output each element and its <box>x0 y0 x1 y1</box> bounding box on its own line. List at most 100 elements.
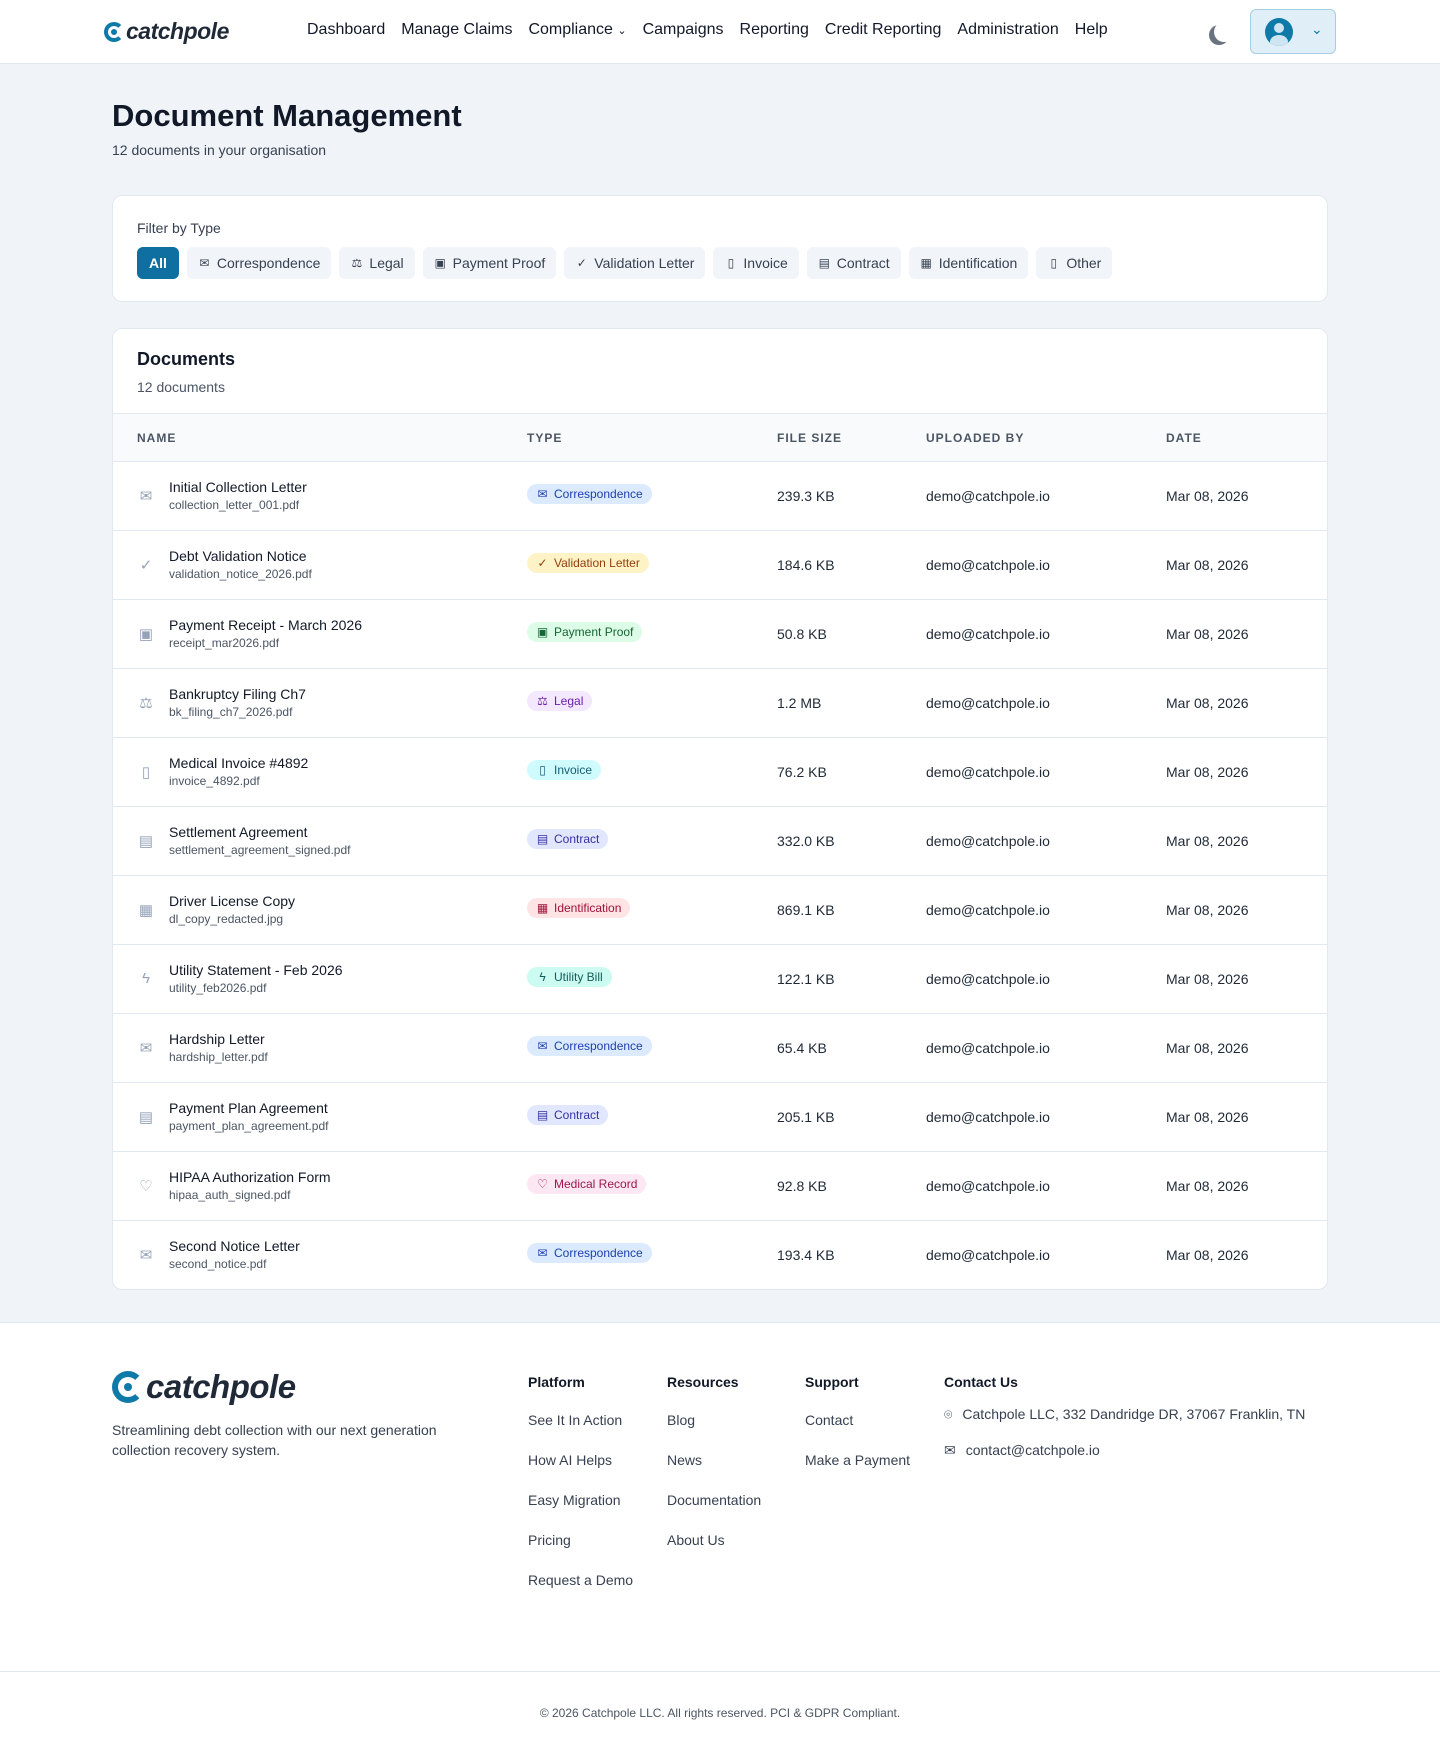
footer-link[interactable]: Easy Migration <box>528 1492 633 1532</box>
table-row[interactable]: ♡ HIPAA Authorization Form hipaa_auth_sign… <box>113 1152 1327 1221</box>
nav-dashboard[interactable]: Dashboard <box>307 21 385 39</box>
footer-link[interactable]: Documentation <box>667 1492 761 1532</box>
footer-col-resources: Resources Blog News Documentation About Us <box>667 1374 761 1572</box>
document-name[interactable]: Medical Invoice #4892 <box>169 755 308 771</box>
document-name[interactable]: Initial Collection Letter <box>169 479 307 495</box>
table-row[interactable]: ▣ Payment Receipt - March 2026 receipt_mar… <box>113 600 1327 669</box>
table-row[interactable]: ✉ Second Notice Letter second_notice.pdf ✉ C… <box>113 1221 1327 1289</box>
table-row[interactable]: ▦ Driver License Copy dl_copy_redacted.jpg… <box>113 876 1327 945</box>
filter-chip-payment-proof[interactable]: ▣ Payment Proof <box>422 247 557 279</box>
validation-letter-icon: ✓ <box>139 557 153 574</box>
filter-card: Filter by Type All ✉ Correspondence ⚖ Legal ▣… <box>112 195 1328 302</box>
correspondence-icon: ✉ <box>537 1246 548 1260</box>
type-badge-label: Correspondence <box>554 487 643 501</box>
chevron-down-icon: ⌄ <box>1311 21 1323 37</box>
upload-date: Mar 08, 2026 <box>1166 971 1249 987</box>
document-name[interactable]: Settlement Agreement <box>169 824 308 840</box>
logo-mark-icon <box>104 21 124 42</box>
footer-link[interactable]: Contact <box>805 1412 910 1452</box>
footer-link[interactable]: About Us <box>667 1532 761 1572</box>
filter-chip-correspondence[interactable]: ✉ Correspondence <box>186 247 332 279</box>
legal-icon: ⚖ <box>537 694 548 708</box>
filter-chip-legal[interactable]: ⚖ Legal <box>339 247 415 279</box>
dark-mode-moon-icon[interactable] <box>1214 22 1234 42</box>
document-name[interactable]: Payment Receipt - March 2026 <box>169 617 362 633</box>
nav-compliance[interactable]: Compliance ⌄ <box>528 21 626 39</box>
document-name[interactable]: Payment Plan Agreement <box>169 1100 328 1116</box>
file-size: 50.8 KB <box>777 626 827 642</box>
contract-icon: ▤ <box>138 1109 154 1126</box>
col-uploaded-by[interactable]: UPLOADED BY <box>926 431 1024 445</box>
file-size: 193.4 KB <box>777 1247 835 1263</box>
footer-link[interactable]: Blog <box>667 1412 761 1452</box>
page-subtitle: 12 documents in your organisation <box>112 142 327 158</box>
footer-logo[interactable]: catchpole <box>112 1368 296 1406</box>
col-file-size[interactable]: FILE SIZE <box>777 431 842 445</box>
invoice-icon: ▯ <box>727 256 735 270</box>
table-row[interactable]: ✓ Debt Validation Notice validation_notice… <box>113 531 1327 600</box>
user-menu-button[interactable]: ⌄ <box>1250 9 1336 54</box>
footer-col-title: Support <box>805 1374 859 1390</box>
identification-icon: ▦ <box>138 902 154 919</box>
type-badge-label: Contract <box>554 1108 600 1122</box>
document-name[interactable]: Second Notice Letter <box>169 1238 300 1254</box>
filter-chip-other[interactable]: ▯ Other <box>1036 247 1113 279</box>
col-date[interactable]: DATE <box>1166 431 1202 445</box>
filter-chip-validation-letter[interactable]: ✓ Validation Letter <box>564 247 706 279</box>
document-name[interactable]: Hardship Letter <box>169 1031 265 1047</box>
document-name[interactable]: HIPAA Authorization Form <box>169 1169 331 1185</box>
table-row[interactable]: ▤ Settlement Agreement settlement_agreemen… <box>113 807 1327 876</box>
footer-link[interactable]: Pricing <box>528 1532 633 1572</box>
file-size: 184.6 KB <box>777 557 835 573</box>
legal-icon: ⚖ <box>139 695 153 712</box>
filter-chip-label: Legal <box>369 255 404 271</box>
uploaded-by: demo@catchpole.io <box>926 902 1050 918</box>
legal-icon: ⚖ <box>351 256 363 270</box>
filter-chip-all[interactable]: All <box>137 247 179 279</box>
table-row[interactable]: ⚖ Bankruptcy Filing Ch7 bk_filing_ch7_2026… <box>113 669 1327 738</box>
document-name[interactable]: Debt Validation Notice <box>169 548 306 564</box>
nav-administration[interactable]: Administration <box>957 21 1058 39</box>
correspondence-icon: ✉ <box>139 1040 153 1057</box>
table-row[interactable]: ▤ Payment Plan Agreement payment_plan_agre… <box>113 1083 1327 1152</box>
nav-reporting[interactable]: Reporting <box>740 21 809 39</box>
document-name[interactable]: Bankruptcy Filing Ch7 <box>169 686 306 702</box>
footer-link[interactable]: Make a Payment <box>805 1452 910 1492</box>
footer: catchpole Streamlining debt collection w… <box>0 1322 1440 1744</box>
document-name[interactable]: Driver License Copy <box>169 893 295 909</box>
footer-link[interactable]: See It In Action <box>528 1412 633 1452</box>
nav-help[interactable]: Help <box>1075 21 1108 39</box>
type-badge: ✉ Correspondence <box>527 1036 652 1056</box>
file-size: 869.1 KB <box>777 902 835 918</box>
logo[interactable]: catchpole <box>104 18 229 45</box>
document-name[interactable]: Utility Statement - Feb 2026 <box>169 962 343 978</box>
filter-chip-label: Payment Proof <box>452 255 546 271</box>
col-type[interactable]: TYPE <box>527 431 562 445</box>
validation-letter-icon: ✓ <box>537 556 548 570</box>
footer-link[interactable]: How AI Helps <box>528 1452 633 1492</box>
table-row[interactable]: ✉ Initial Collection Letter collection_let… <box>113 462 1327 531</box>
type-badge: ♡ Medical Record <box>527 1174 647 1194</box>
filter-chip-identification[interactable]: ▦ Identification <box>908 247 1029 279</box>
other-icon: ▯ <box>1050 256 1058 270</box>
filter-chip-invoice[interactable]: ▯ Invoice <box>713 247 799 279</box>
file-size: 1.2 MB <box>777 695 822 711</box>
table-row[interactable]: ϟ Utility Statement - Feb 2026 utility_feb… <box>113 945 1327 1014</box>
table-row[interactable]: ▯ Medical Invoice #4892 invoice_4892.pdf ▯ I… <box>113 738 1327 807</box>
document-filename: hipaa_auth_signed.pdf <box>169 1188 291 1202</box>
footer-link[interactable]: News <box>667 1452 761 1492</box>
file-size: 76.2 KB <box>777 764 827 780</box>
nav-credit-reporting[interactable]: Credit Reporting <box>825 21 942 39</box>
nav-campaigns[interactable]: Campaigns <box>643 21 724 39</box>
contact-email[interactable]: contact@catchpole.io <box>966 1442 1100 1478</box>
file-size: 332.0 KB <box>777 833 835 849</box>
nav-manage-claims[interactable]: Manage Claims <box>401 21 512 39</box>
filter-chip-contract[interactable]: ▤ Contract <box>806 247 901 279</box>
document-filename: collection_letter_001.pdf <box>169 498 300 512</box>
col-name[interactable]: NAME <box>137 431 176 445</box>
uploaded-by: demo@catchpole.io <box>926 1247 1050 1263</box>
correspondence-icon: ✉ <box>537 1039 548 1053</box>
type-badge: ✉ Correspondence <box>527 1243 652 1263</box>
footer-link[interactable]: Request a Demo <box>528 1572 633 1612</box>
table-row[interactable]: ✉ Hardship Letter hardship_letter.pdf ✉ Corr… <box>113 1014 1327 1083</box>
